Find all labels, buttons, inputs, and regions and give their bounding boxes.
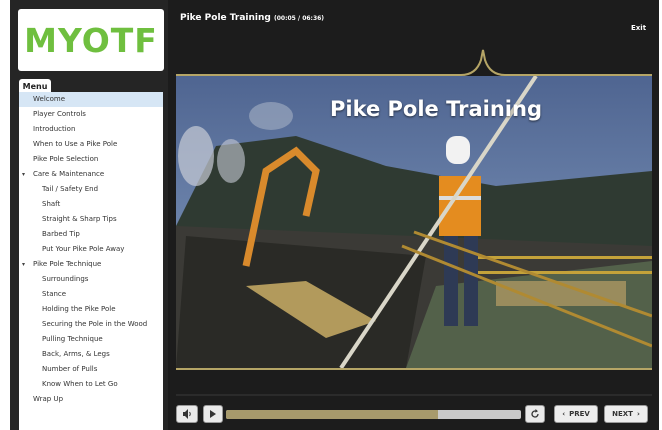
video-bottom-divider — [176, 368, 652, 396]
menu-item[interactable]: Back, Arms, & Legs — [19, 347, 163, 362]
menu-item-label: Pike Pole Selection — [33, 155, 99, 163]
menu-item[interactable]: Straight & Sharp Tips — [19, 212, 163, 227]
menu-item-label: Pulling Technique — [42, 335, 103, 343]
menu-item[interactable]: Securing the Pole in the Wood — [19, 317, 163, 332]
menu-item-label: Pike Pole Technique — [33, 260, 102, 268]
expand-caret-icon[interactable]: ▾ — [22, 167, 25, 182]
menu-item[interactable]: Welcome — [19, 92, 163, 107]
menu-item-label: Player Controls — [33, 110, 86, 118]
menu-item[interactable]: Introduction — [19, 122, 163, 137]
menu-item-label: Number of Pulls — [42, 365, 98, 373]
exit-button[interactable]: Exit — [631, 24, 646, 32]
menu-item-label: Securing the Pole in the Wood — [42, 320, 148, 328]
menu-item[interactable]: Know When to Let Go — [19, 377, 163, 392]
course-title: Pike Pole Training — [180, 13, 271, 23]
menu-item[interactable]: When to Use a Pike Pole — [19, 137, 163, 152]
header-divider — [176, 49, 652, 76]
menu-item[interactable]: ▾ Care & Maintenance — [19, 167, 163, 182]
menu-tab[interactable]: Menu — [19, 79, 51, 93]
video-title-overlay: Pike Pole Training — [330, 97, 542, 121]
menu-item[interactable]: Number of Pulls — [19, 362, 163, 377]
next-button[interactable]: NEXT › — [604, 405, 648, 423]
menu-item-label: Stance — [42, 290, 67, 298]
menu-item[interactable]: Stance — [19, 287, 163, 302]
menu-item-label: Tail / Safety End — [42, 185, 99, 193]
chevron-left-icon: ‹ — [562, 410, 566, 418]
logo: MYOTF — [18, 9, 164, 71]
menu-item[interactable]: Surroundings — [19, 272, 163, 287]
replay-icon — [531, 409, 539, 418]
replay-button[interactable] — [525, 405, 545, 423]
course-title-bar: Pike Pole Training (00:05 / 06:36) — [180, 13, 324, 23]
menu-list: Welcome Player Controls Introduction When t… — [19, 92, 163, 430]
menu-item-label: Shaft — [42, 200, 61, 208]
menu-item-label: Straight & Sharp Tips — [42, 215, 117, 223]
menu-item-label: Care & Maintenance — [33, 170, 105, 178]
chevron-right-icon: › — [636, 410, 640, 418]
progress-fill — [226, 410, 439, 419]
expand-caret-icon[interactable]: ▾ — [22, 257, 25, 272]
menu-item[interactable]: Shaft — [19, 197, 163, 212]
menu-item[interactable]: Holding the Pike Pole — [19, 302, 163, 317]
logo-text: MYOTF — [24, 20, 158, 60]
menu-item-label: Introduction — [33, 125, 76, 133]
volume-button[interactable] — [176, 405, 198, 423]
menu-item[interactable]: Pulling Technique — [19, 332, 163, 347]
next-label: NEXT — [612, 410, 633, 418]
menu-item-label: Surroundings — [42, 275, 89, 283]
menu-item-label: Back, Arms, & Legs — [42, 350, 110, 358]
menu-item-label: When to Use a Pike Pole — [33, 140, 118, 148]
menu-item[interactable]: ▾ Pike Pole Technique — [19, 257, 163, 272]
prev-label: PREV — [569, 410, 590, 418]
playback-time: (00:05 / 06:36) — [274, 15, 325, 22]
menu-item-label: Barbed Tip — [42, 230, 80, 238]
speaker-icon — [183, 409, 191, 419]
menu-item[interactable]: Barbed Tip — [19, 227, 163, 242]
menu-item-label: Put Your Pike Pole Away — [42, 245, 125, 253]
progress-bar[interactable] — [226, 410, 521, 419]
menu-item-label: Know When to Let Go — [42, 380, 118, 388]
menu-item[interactable]: Wrap Up — [19, 392, 163, 407]
menu-item[interactable]: Put Your Pike Pole Away — [19, 242, 163, 257]
prev-button[interactable]: ‹ PREV — [554, 405, 598, 423]
menu-item[interactable]: Player Controls — [19, 107, 163, 122]
menu-item-label: Holding the Pike Pole — [42, 305, 116, 313]
menu-item[interactable]: Tail / Safety End — [19, 182, 163, 197]
menu-item-label: Welcome — [33, 95, 66, 103]
menu-item-label: Wrap Up — [33, 395, 64, 403]
menu-item[interactable]: Pike Pole Selection — [19, 152, 163, 167]
